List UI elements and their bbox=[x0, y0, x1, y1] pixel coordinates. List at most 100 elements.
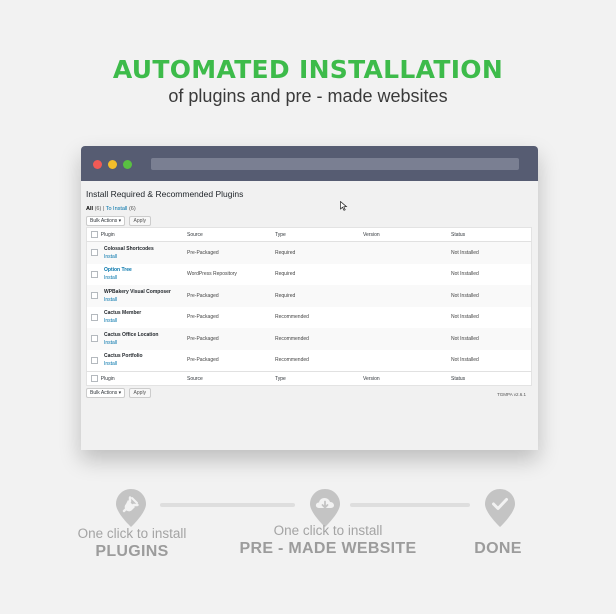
table-row: Cactus Office Location Install Pre-Package… bbox=[86, 328, 532, 350]
source-cell: Pre-Packaged bbox=[183, 241, 271, 264]
plugin-cell: Cactus Office Location Install bbox=[86, 328, 183, 350]
row-checkbox[interactable] bbox=[91, 313, 98, 321]
step-website-label: PRE - MADE WEBSITE bbox=[239, 540, 417, 557]
install-link[interactable]: Install bbox=[104, 275, 132, 281]
install-link[interactable]: Install bbox=[104, 254, 154, 260]
install-link[interactable]: Install bbox=[104, 318, 141, 324]
bulk-actions-bottom: Bulk Actions ▾ Apply bbox=[86, 388, 152, 398]
source-cell: WordPress Repository bbox=[187, 271, 237, 278]
table-footer-row: Plugin Source Type Version Status bbox=[86, 371, 532, 386]
footer-column-source: Source bbox=[183, 371, 271, 386]
column-type: Type bbox=[271, 227, 359, 242]
table-header-row: Plugin Source Type Version Status bbox=[86, 227, 532, 242]
maximize-window-dot[interactable] bbox=[123, 160, 132, 169]
table-row: Cactus Portfolio Install Pre-Packaged Recom… bbox=[87, 350, 532, 372]
source-cell: Pre-Packaged bbox=[187, 314, 219, 321]
plugin-name: WPBakery Visual Composer bbox=[104, 288, 171, 295]
select-all-checkbox-footer[interactable] bbox=[91, 375, 98, 382]
plugin-cell: Option Tree Install bbox=[87, 264, 184, 286]
step-website-caption: One click to install bbox=[273, 523, 383, 538]
plugin-cell: Cactus Portfolio Install bbox=[87, 350, 184, 372]
install-link[interactable]: Install bbox=[104, 297, 171, 303]
window-titlebar bbox=[81, 146, 538, 181]
apply-button-bottom[interactable]: Apply bbox=[128, 388, 152, 398]
filter-to-install-count: (6) bbox=[128, 206, 136, 212]
footer-column-version: Version bbox=[359, 371, 447, 386]
plugin-name: Colossal Shortcodes bbox=[104, 245, 154, 252]
version-cell bbox=[359, 328, 447, 350]
step-plugins-label: PLUGINS bbox=[95, 543, 169, 560]
address-bar[interactable] bbox=[151, 158, 519, 170]
type-cell: Recommended bbox=[275, 314, 309, 321]
step-connector-2 bbox=[350, 503, 470, 507]
plugin-cell: Colossal Shortcodes Install bbox=[86, 241, 183, 264]
page-title: Install Required & Recommended Plugins bbox=[86, 189, 244, 199]
bulk-actions-top: Bulk Actions ▾ Apply bbox=[86, 216, 152, 226]
apply-button[interactable]: Apply bbox=[128, 216, 152, 226]
filter-to-install[interactable]: To Install bbox=[106, 206, 128, 212]
install-link[interactable]: Install bbox=[104, 340, 158, 346]
source-cell: Pre-Packaged bbox=[183, 285, 271, 307]
cloud-download-icon bbox=[310, 489, 340, 527]
status-cell: Not Installed bbox=[451, 314, 479, 321]
row-checkbox[interactable] bbox=[91, 249, 98, 257]
column-source: Source bbox=[183, 227, 271, 242]
filter-all[interactable]: All bbox=[86, 206, 93, 212]
status-cell: Not Installed bbox=[451, 357, 479, 364]
filter-separator: | bbox=[102, 206, 105, 212]
type-cell: Recommended bbox=[275, 357, 309, 364]
type-cell: Required bbox=[275, 271, 296, 278]
tgmpa-version: TGMPA v2.6.1 bbox=[497, 392, 526, 397]
status-cell: Not Installed bbox=[447, 241, 532, 264]
headline: AUTOMATED INSTALLATION bbox=[112, 55, 504, 84]
version-cell bbox=[359, 350, 447, 372]
version-cell bbox=[359, 307, 447, 329]
step-connector-1 bbox=[160, 503, 295, 507]
plugin-cell: Cactus Member Install bbox=[87, 307, 184, 329]
row-checkbox[interactable] bbox=[91, 335, 98, 343]
table-row: Cactus Member Install Pre-Packaged Recommen… bbox=[87, 307, 532, 329]
mouse-cursor-icon bbox=[340, 201, 348, 211]
row-checkbox[interactable] bbox=[91, 270, 98, 278]
footer-column-status: Status bbox=[447, 371, 532, 386]
subheadline: of plugins and pre - made websites bbox=[168, 86, 448, 106]
close-window-dot[interactable] bbox=[93, 160, 102, 169]
version-cell bbox=[359, 285, 447, 307]
step-plugins-caption: One click to install bbox=[77, 526, 187, 541]
row-checkbox[interactable] bbox=[91, 356, 98, 364]
source-cell: Pre-Packaged bbox=[183, 328, 271, 350]
plug-icon bbox=[116, 489, 146, 527]
type-cell: Required bbox=[271, 241, 359, 264]
admin-page-content: Install Required & Recommended Plugins A… bbox=[81, 181, 538, 450]
browser-window: Install Required & Recommended Plugins A… bbox=[81, 146, 538, 450]
table-row: Colossal Shortcodes Install Pre-Packaged Re… bbox=[86, 241, 532, 264]
step-done-label: DONE bbox=[474, 540, 522, 557]
plugin-cell: WPBakery Visual Composer Install bbox=[86, 285, 183, 307]
version-cell bbox=[359, 241, 447, 264]
footer-column-type: Type bbox=[271, 371, 359, 386]
version-cell bbox=[359, 264, 447, 286]
row-checkbox[interactable] bbox=[91, 292, 98, 300]
plugin-name-link[interactable]: Option Tree bbox=[104, 267, 132, 273]
bulk-actions-select[interactable]: Bulk Actions ▾ bbox=[86, 216, 126, 226]
bulk-actions-select-bottom[interactable]: Bulk Actions ▾ bbox=[86, 388, 126, 398]
column-status: Status bbox=[447, 227, 532, 242]
plugin-filters: All (6) | To Install (6) bbox=[86, 206, 136, 212]
table-row: WPBakery Visual Composer Install Pre-Packa… bbox=[86, 285, 532, 307]
footer-column-plugin[interactable]: Plugin bbox=[86, 371, 183, 386]
checkmark-icon bbox=[485, 489, 515, 527]
install-link[interactable]: Install bbox=[104, 361, 143, 367]
status-cell: Not Installed bbox=[451, 271, 479, 278]
select-all-checkbox[interactable] bbox=[91, 231, 98, 238]
table-row: Option Tree Install WordPress Repository Re… bbox=[87, 264, 532, 286]
source-cell: Pre-Packaged bbox=[187, 357, 219, 364]
column-plugin[interactable]: Plugin bbox=[86, 227, 183, 242]
plugin-name: Cactus Office Location bbox=[104, 331, 159, 338]
plugin-name: Cactus Portfolio bbox=[104, 353, 143, 360]
plugin-name: Cactus Member bbox=[104, 310, 142, 317]
plugins-table: Plugin Source Type Version Status Coloss… bbox=[86, 227, 532, 386]
status-cell: Not Installed bbox=[447, 328, 532, 350]
type-cell: Recommended bbox=[271, 328, 359, 350]
type-cell: Required bbox=[271, 285, 359, 307]
minimize-window-dot[interactable] bbox=[108, 160, 117, 169]
